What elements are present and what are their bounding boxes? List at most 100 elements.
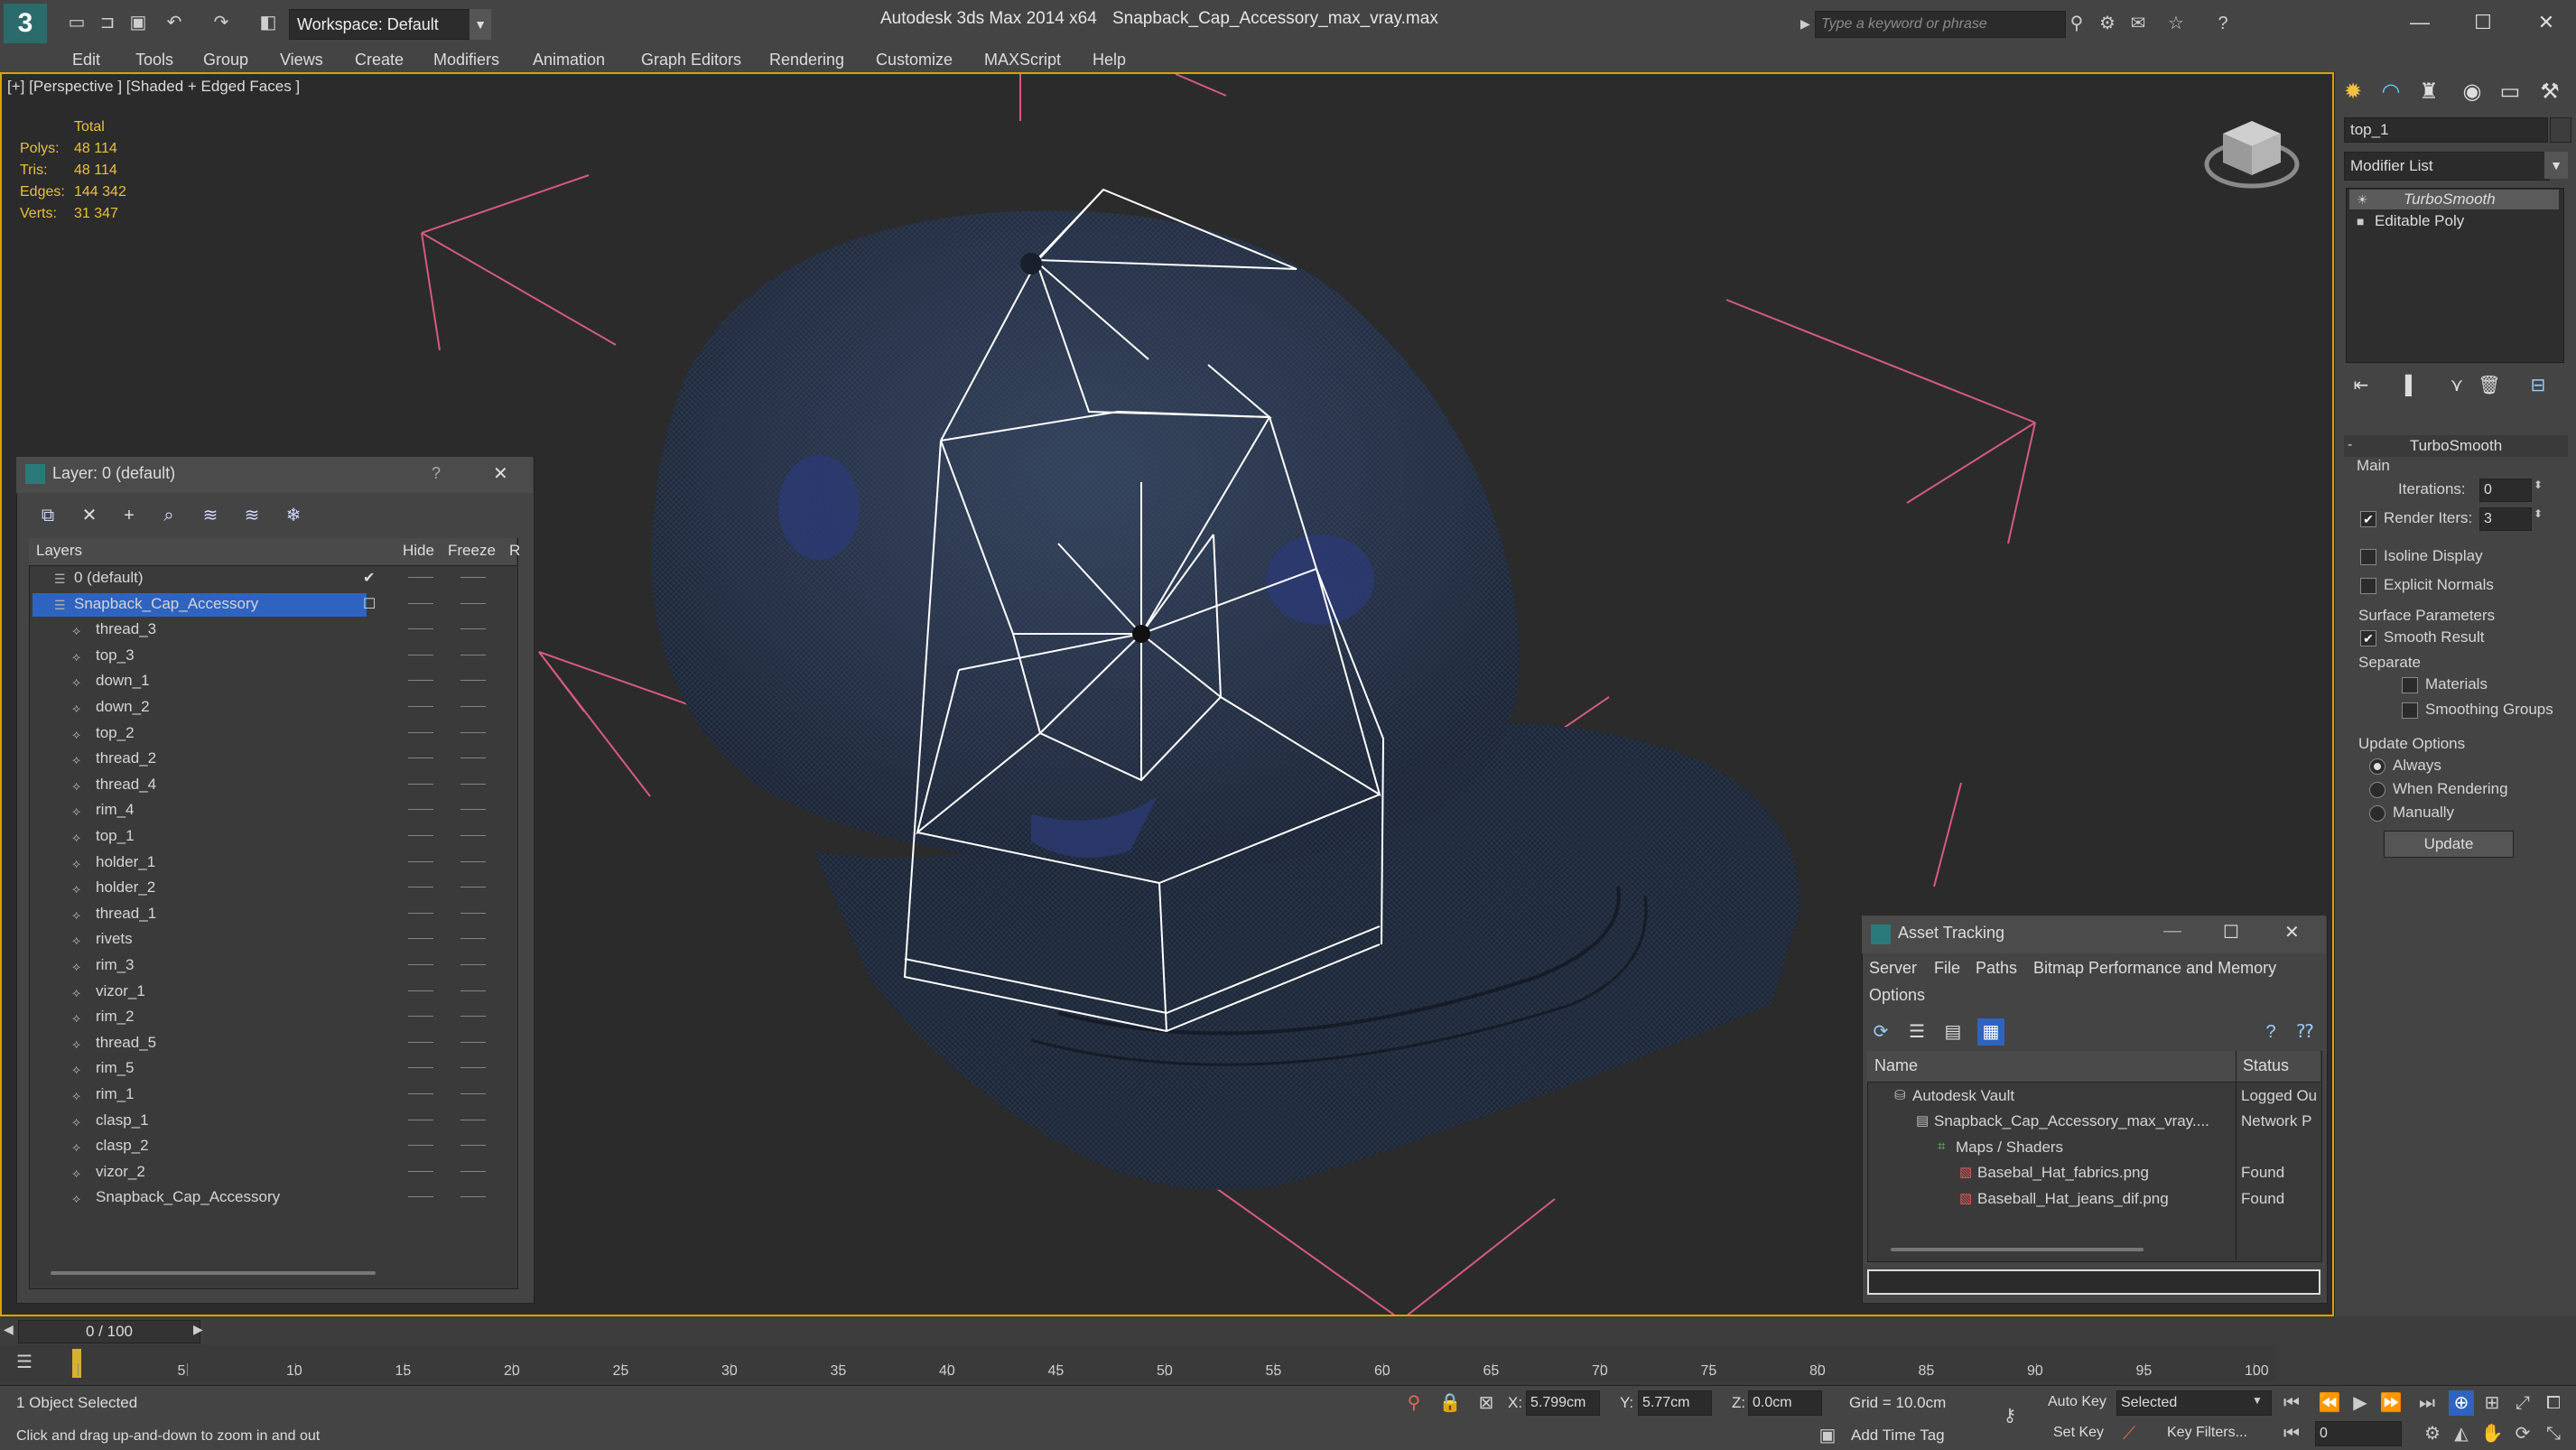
col-render[interactable]: R: [509, 542, 520, 560]
col-layers[interactable]: Layers: [36, 542, 82, 560]
subscription-icon[interactable]: ⚙: [2095, 11, 2120, 36]
object-color-swatch[interactable]: [2550, 117, 2571, 143]
select-in-layer-icon[interactable]: ⌕: [155, 502, 182, 529]
hide-toggle[interactable]: ——: [408, 1008, 433, 1022]
app-logo-icon[interactable]: 3: [4, 4, 47, 43]
hide-toggle[interactable]: ——: [408, 878, 433, 893]
hide-toggle[interactable]: ——: [408, 698, 433, 712]
isolate-icon[interactable]: ⚲: [1401, 1390, 1427, 1416]
layer-dialog-help-button[interactable]: ?: [432, 464, 441, 483]
modify-tab-icon[interactable]: ◠: [2375, 76, 2407, 108]
smoothing-groups-checkbox[interactable]: [2402, 702, 2418, 719]
asset-menu-bitmap-performance[interactable]: Bitmap Performance and Memory: [2033, 959, 2276, 978]
selection-set-dropdown[interactable]: Selected: [2116, 1390, 2272, 1416]
hide-all-layers-icon[interactable]: ≋: [238, 502, 265, 529]
layer-row[interactable]: ⟡ rivets —— ——: [29, 928, 516, 953]
hide-toggle[interactable]: ——: [408, 905, 433, 919]
z-coord-field[interactable]: 0.0cm: [1748, 1390, 1822, 1416]
stack-item-editable-poly[interactable]: ■ Editable Poly: [2349, 211, 2559, 231]
freeze-toggle[interactable]: ——: [460, 749, 486, 764]
hide-toggle[interactable]: ——: [408, 801, 433, 815]
update-always-radio[interactable]: [2369, 758, 2385, 775]
current-frame-field[interactable]: 0: [2315, 1421, 2402, 1446]
delete-layer-icon[interactable]: ✕: [76, 502, 103, 529]
configure-modifier-sets-icon[interactable]: ⊟: [2525, 372, 2552, 399]
freeze-toggle[interactable]: ——: [460, 776, 486, 790]
current-layer-checkmark[interactable]: ✔: [363, 569, 375, 587]
asset-context-help-icon[interactable]: ⁇: [2292, 1018, 2319, 1046]
display-tab-icon[interactable]: ▭: [2494, 76, 2526, 108]
layer-row[interactable]: ⟡ vizor_1 —— ——: [29, 981, 516, 1006]
hide-toggle[interactable]: ——: [408, 853, 433, 868]
add-to-layer-icon[interactable]: +: [116, 502, 143, 529]
favorites-star-icon[interactable]: ☆: [2163, 11, 2189, 36]
update-when-rendering-radio[interactable]: [2369, 782, 2385, 798]
key-mode-icon[interactable]: ⏮: [2279, 1421, 2304, 1446]
layer-row[interactable]: ⟡ down_1 —— ——: [29, 670, 516, 695]
layer-row[interactable]: ⟡ Snapback_Cap_Accessory —— ——: [29, 1186, 516, 1212]
set-key-button[interactable]: Set Key: [2053, 1425, 2104, 1441]
hide-toggle[interactable]: ——: [408, 930, 433, 944]
asset-menu-options[interactable]: Options: [1869, 986, 1925, 1005]
layer-row[interactable]: ⟡ thread_2 —— ——: [29, 748, 516, 773]
spinner-arrows-icon[interactable]: ⬍: [2534, 479, 2543, 491]
list-view-icon[interactable]: ☰: [1903, 1018, 1930, 1046]
chevron-down-icon[interactable]: ▼: [470, 9, 491, 40]
layer-dialog-close-button[interactable]: ✕: [493, 462, 508, 485]
x-coord-field[interactable]: 5.799cm: [1526, 1390, 1600, 1416]
create-tab-icon[interactable]: ✹: [2337, 76, 2369, 108]
collapse-icon[interactable]: -: [2348, 437, 2352, 453]
freeze-toggle[interactable]: ——: [460, 878, 486, 893]
save-file-icon[interactable]: ▣: [126, 11, 150, 34]
binoculars-icon[interactable]: ⚲: [2064, 11, 2089, 36]
isoline-display-checkbox[interactable]: [2360, 549, 2376, 565]
update-manually-radio[interactable]: [2369, 805, 2385, 822]
time-config-icon[interactable]: ⚙: [2420, 1421, 2445, 1446]
asset-menu-file[interactable]: File: [1934, 959, 1960, 978]
freeze-toggle[interactable]: ——: [460, 698, 486, 712]
freeze-toggle[interactable]: ——: [460, 827, 486, 841]
asset-path-field[interactable]: [1867, 1269, 2320, 1295]
asset-row[interactable]: ⛁ Autodesk Vault Logged Ou: [1867, 1083, 2320, 1109]
previous-frame-icon[interactable]: ⏪: [2317, 1390, 2342, 1416]
freeze-toggle[interactable]: ——: [460, 569, 486, 583]
layer-row[interactable]: ⟡ top_1 —— ——: [29, 825, 516, 850]
viewport-label[interactable]: [+] [Perspective ] [Shaded + Edged Faces…: [7, 78, 300, 96]
time-slider[interactable]: 0 / 100: [18, 1320, 200, 1343]
zoom-extents-all-icon[interactable]: ⧠: [2541, 1390, 2566, 1416]
auto-key-button[interactable]: Auto Key: [2048, 1394, 2106, 1410]
hide-toggle[interactable]: ——: [408, 1085, 433, 1100]
asset-help-icon[interactable]: ?: [2257, 1018, 2284, 1046]
key-icon[interactable]: ⚷: [1997, 1403, 2023, 1428]
menu-tools[interactable]: Tools: [135, 47, 173, 72]
layer-row[interactable]: ⟡ clasp_1 —— ——: [29, 1110, 516, 1135]
hide-toggle[interactable]: ——: [408, 569, 433, 583]
asset-dialog-maximize-button[interactable]: ☐: [2223, 921, 2239, 943]
freeze-toggle[interactable]: ——: [460, 1137, 486, 1151]
minimize-button[interactable]: —: [2402, 7, 2438, 38]
update-button[interactable]: Update: [2384, 831, 2514, 858]
table-view-icon[interactable]: ▦: [1977, 1018, 2004, 1046]
hide-toggle[interactable]: ——: [408, 982, 433, 997]
render-iters-checkbox[interactable]: ✔: [2360, 511, 2376, 527]
freeze-toggle[interactable]: ——: [460, 620, 486, 635]
y-coord-field[interactable]: 5.77cm: [1638, 1390, 1712, 1416]
asset-menu-paths[interactable]: Paths: [1976, 959, 2017, 978]
menu-maxscript[interactable]: MAXScript: [984, 47, 1061, 72]
menu-modifiers[interactable]: Modifiers: [433, 47, 499, 72]
freeze-toggle[interactable]: ——: [460, 1034, 486, 1048]
menu-animation[interactable]: Animation: [533, 47, 605, 72]
mini-curve-editor-icon[interactable]: ☰: [16, 1351, 42, 1376]
chevron-down-icon[interactable]: ▼: [2252, 1394, 2263, 1407]
layer-row[interactable]: ⟡ rim_1 —— ——: [29, 1083, 516, 1109]
menu-edit[interactable]: Edit: [72, 47, 100, 72]
remove-modifier-icon[interactable]: 🗑: [2476, 372, 2503, 399]
add-time-tag[interactable]: Add Time Tag: [1851, 1427, 1945, 1445]
time-slider-prev-icon[interactable]: ◀: [4, 1322, 14, 1337]
layer-row[interactable]: ⟡ rim_2 —— ——: [29, 1006, 516, 1031]
time-slider-next-icon[interactable]: ▶: [193, 1322, 203, 1337]
freeze-toggle[interactable]: ——: [460, 1111, 486, 1126]
set-keys-icon[interactable]: ⟋: [2116, 1421, 2142, 1446]
freeze-toggle[interactable]: ——: [460, 982, 486, 997]
menu-rendering[interactable]: Rendering: [769, 47, 844, 72]
